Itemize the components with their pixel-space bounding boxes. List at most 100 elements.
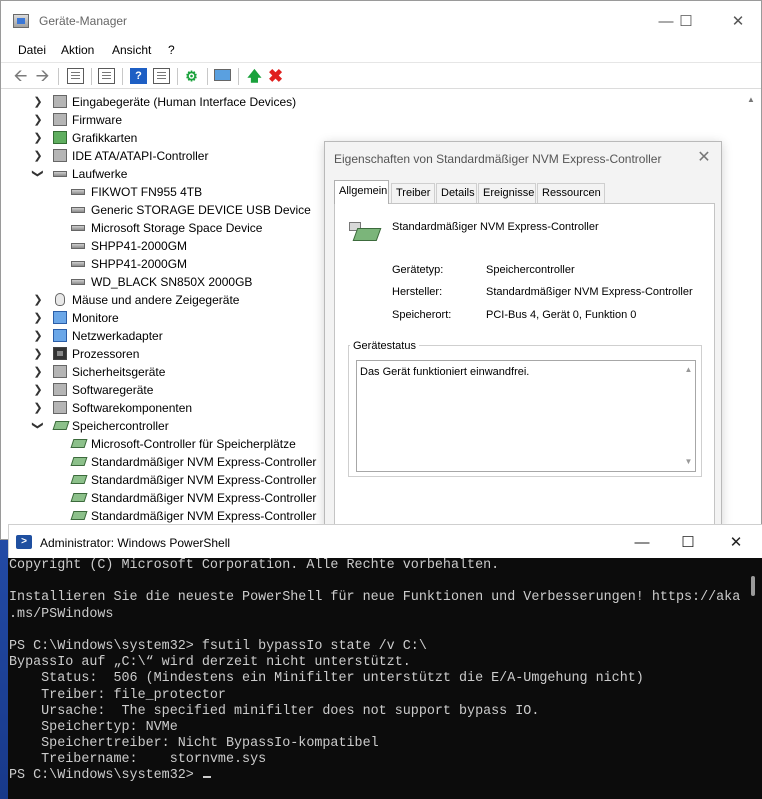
monitor-icon — [53, 311, 67, 324]
chevron-right-icon[interactable]: ❯ — [33, 95, 43, 108]
storage-controller-icon — [70, 511, 88, 520]
show-hide-console-tree-icon[interactable] — [67, 68, 84, 84]
location-value: PCI-Bus 4, Gerät 0, Funktion 0 — [486, 309, 637, 321]
storage-controller-icon — [70, 493, 88, 502]
device-manager-titlebar[interactable]: Geräte-Manager — ☐ ✕ — [1, 1, 761, 41]
device-type-label: Gerätetyp: — [392, 264, 444, 276]
tree-item-label: IDE ATA/ATAPI-Controller — [72, 149, 209, 163]
tree-item-label: Standardmäßiger NVM Express-Controller — [91, 509, 317, 523]
maximize-button[interactable]: ☐ — [663, 1, 709, 41]
tree-item-label: Mäuse und andere Zeigegeräte — [72, 293, 240, 307]
maximize-button[interactable]: ☐ — [665, 525, 711, 559]
action-pane-icon[interactable] — [153, 68, 170, 84]
chevron-right-icon[interactable]: ❯ — [33, 401, 43, 414]
chevron-down-icon[interactable]: ❯ — [32, 421, 45, 431]
security-device-icon — [53, 365, 67, 378]
dialog-close-button[interactable]: ✕ — [691, 147, 717, 169]
device-status-title: Gerätestatus — [350, 340, 419, 352]
toolbar-separator — [122, 68, 123, 85]
ide-controller-icon — [53, 149, 67, 162]
chevron-right-icon[interactable]: ❯ — [33, 329, 43, 342]
chevron-right-icon[interactable]: ❯ — [33, 347, 43, 360]
console-line: Treibername: stornvme.sys — [9, 752, 267, 768]
console-scrollbar[interactable] — [746, 558, 760, 799]
menu-datei[interactable]: Datei — [18, 43, 46, 57]
storage-controller-icon — [70, 457, 88, 466]
display-adapter-icon — [53, 131, 67, 144]
tree-item-label: SHPP41-2000GM — [91, 257, 188, 271]
powershell-title: Administrator: Windows PowerShell — [40, 536, 231, 550]
scrollbar-thumb[interactable] — [751, 576, 755, 596]
manufacturer-label: Hersteller: — [392, 286, 443, 298]
menu-help[interactable]: ? — [168, 43, 175, 57]
chevron-right-icon[interactable]: ❯ — [33, 383, 43, 396]
help-icon[interactable]: ? — [130, 68, 147, 84]
tree-item-label: SHPP41-2000GM — [91, 239, 188, 253]
chevron-right-icon[interactable]: ❯ — [33, 293, 43, 306]
enable-device-icon[interactable]: 🡅 — [246, 68, 263, 84]
uninstall-device-icon[interactable]: ✖ — [267, 67, 284, 85]
chevron-right-icon[interactable]: ❯ — [33, 113, 43, 126]
toolbar-separator — [58, 68, 59, 85]
device-tree-scrollbar[interactable]: ▲ — [747, 93, 755, 533]
back-icon[interactable]: 🡨 — [12, 67, 29, 84]
close-button[interactable]: ✕ — [715, 1, 761, 41]
mouse-icon — [55, 293, 65, 306]
close-button[interactable]: ✕ — [713, 525, 759, 559]
powershell-titlebar[interactable]: > Administrator: Windows PowerShell — ☐ … — [8, 524, 762, 558]
tab-allgemein[interactable]: Allgemein — [334, 180, 389, 204]
firmware-icon — [53, 113, 67, 126]
storage-controller-icon — [70, 439, 88, 448]
console-prompt: PS C:\Windows\system32> — [9, 768, 202, 784]
tab-ereignisse[interactable]: Ereignisse — [478, 183, 536, 203]
disk-drive-icon — [71, 279, 85, 285]
console-line: Copyright (C) Microsoft Corporation. All… — [9, 558, 500, 573]
manufacturer-value: Standardmäßiger NVM Express-Controller — [486, 286, 693, 298]
forward-icon[interactable]: 🡪 — [34, 67, 51, 84]
device-type-value: Speichercontroller — [486, 264, 575, 276]
chevron-right-icon[interactable]: ❯ — [33, 131, 43, 144]
toolbar-separator — [238, 68, 239, 85]
storage-controller-icon — [52, 421, 70, 430]
device-status-textbox[interactable]: Das Gerät funktioniert einwandfrei. ▲ ▼ — [356, 360, 696, 472]
scroll-up-icon[interactable]: ▲ — [747, 95, 755, 104]
properties-icon[interactable] — [98, 68, 115, 84]
chevron-right-icon[interactable]: ❯ — [33, 365, 43, 378]
powershell-window: > Administrator: Windows PowerShell — ☐ … — [8, 524, 762, 799]
properties-dialog: Eigenschaften von Standardmäßiger NVM Ex… — [324, 141, 722, 529]
update-driver-icon[interactable]: ⚙ — [183, 68, 200, 84]
console-line: Speichertreiber: Nicht BypassIo-kompatib… — [9, 736, 379, 752]
chevron-down-icon[interactable]: ❯ — [32, 169, 45, 179]
scroll-down-icon[interactable]: ▼ — [684, 457, 693, 466]
processor-icon — [53, 347, 67, 360]
menu-aktion[interactable]: Aktion — [61, 43, 94, 57]
tree-item-label: Standardmäßiger NVM Express-Controller — [91, 455, 317, 469]
console-line: BypassIo auf „C:\“ wird derzeit nicht un… — [9, 655, 411, 671]
scan-hardware-icon[interactable] — [214, 69, 231, 81]
console-line: .ms/PSWindows — [9, 606, 114, 622]
status-scrollbar[interactable]: ▲ ▼ — [682, 361, 695, 471]
console-output[interactable]: Copyright (C) Microsoft Corporation. All… — [8, 558, 742, 799]
tree-item-label: Laufwerke — [72, 167, 128, 181]
console-prompt-line[interactable]: PS C:\Windows\system32> — [9, 768, 742, 784]
device-manager-icon — [13, 14, 29, 28]
tree-item-label: Netzwerkadapter — [72, 329, 163, 343]
tab-treiber[interactable]: Treiber — [391, 183, 435, 203]
scroll-up-icon[interactable]: ▲ — [684, 365, 693, 374]
menu-ansicht[interactable]: Ansicht — [112, 43, 151, 57]
chevron-right-icon[interactable]: ❯ — [33, 311, 43, 324]
tree-item-label: Standardmäßiger NVM Express-Controller — [91, 491, 317, 505]
tab-panel-general: Standardmäßiger NVM Express-Controller G… — [334, 203, 715, 525]
tab-ressourcen[interactable]: Ressourcen — [537, 183, 605, 203]
text-cursor — [202, 776, 211, 779]
storage-controller-icon — [70, 475, 88, 484]
console-line: Treiber: file_protector — [9, 687, 226, 703]
tree-item-label: WD_BLACK SN850X 2000GB — [91, 275, 253, 289]
tree-item-label: Speichercontroller — [72, 419, 169, 433]
chevron-right-icon[interactable]: ❯ — [33, 149, 43, 162]
minimize-button[interactable]: — — [619, 525, 665, 559]
toolbar-separator — [91, 68, 92, 85]
tab-details[interactable]: Details — [436, 183, 477, 203]
location-label: Speicherort: — [392, 309, 452, 321]
